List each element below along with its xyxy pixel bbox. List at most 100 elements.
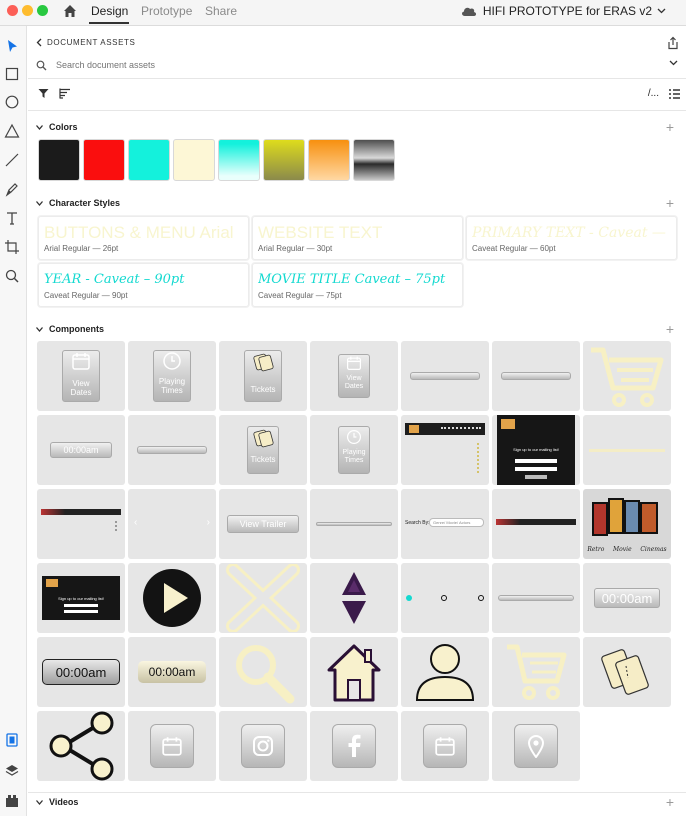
assets-icon[interactable] [4, 732, 20, 748]
minimize-window-button[interactable] [22, 5, 33, 16]
search-bar[interactable] [36, 57, 680, 73]
component-view-dates-small[interactable]: View Dates [310, 341, 398, 411]
user-icon [415, 644, 475, 701]
component-logo[interactable]: Retro Movie Cinemas [583, 489, 671, 559]
sort-icon[interactable] [59, 88, 71, 99]
component-site-header[interactable] [401, 415, 489, 485]
active-tab-indicator [89, 22, 129, 24]
text-tool-icon[interactable] [4, 210, 20, 226]
component-view-dates[interactable]: View Dates [37, 341, 125, 411]
tab-prototype[interactable]: Prototype [141, 4, 192, 18]
component-playing-times[interactable]: Playing Times [128, 341, 216, 411]
add-color-button[interactable]: + [666, 120, 674, 134]
color-swatch[interactable] [38, 139, 80, 181]
component-home[interactable] [310, 637, 398, 707]
select-tool-icon[interactable] [4, 38, 20, 54]
color-swatch[interactable] [173, 139, 215, 181]
breadcrumb[interactable]: DOCUMENT ASSETS [36, 38, 135, 47]
layers-icon[interactable] [4, 763, 20, 779]
chevron-down-icon [36, 200, 43, 206]
section-header-videos[interactable]: Videos [36, 797, 78, 807]
line-tool-icon[interactable] [4, 152, 20, 168]
color-swatch[interactable] [83, 139, 125, 181]
component-nav-bar[interactable] [492, 489, 580, 559]
component-divider-line[interactable] [583, 415, 671, 485]
chevron-left-icon[interactable] [36, 38, 42, 47]
component-button-bar[interactable] [492, 341, 580, 411]
section-header-character-styles[interactable]: Character Styles [36, 198, 120, 208]
component-mailing-list[interactable]: Sign up to our mailing list! [492, 415, 580, 485]
zoom-tool-icon[interactable] [4, 268, 20, 284]
component-button-bar[interactable] [401, 341, 489, 411]
chevron-left-icon: ‹ [134, 517, 138, 528]
component-instagram-button[interactable] [219, 711, 307, 781]
ellipse-tool-icon[interactable] [4, 94, 20, 110]
add-character-style-button[interactable]: + [666, 196, 674, 210]
component-tickets-alt[interactable]: Tickets [219, 415, 307, 485]
component-thin-bar[interactable] [492, 563, 580, 633]
home-icon[interactable] [62, 3, 78, 19]
rectangle-tool-icon[interactable] [4, 66, 20, 82]
list-view-icon[interactable] [669, 88, 680, 99]
component-user[interactable] [401, 637, 489, 707]
document-title[interactable]: HIFI PROTOTYPE for ERAS v2 [460, 4, 666, 18]
grid-view-toggle[interactable]: /... [648, 88, 659, 99]
search-input[interactable] [56, 60, 616, 70]
component-share[interactable] [37, 711, 125, 781]
component-facebook-button[interactable] [310, 711, 398, 781]
zoom-window-button[interactable] [37, 5, 48, 16]
ticket-icon [601, 649, 649, 695]
plugins-icon[interactable] [4, 793, 20, 809]
color-swatch[interactable] [308, 139, 350, 181]
component-calendar-button[interactable] [401, 711, 489, 781]
character-style-card[interactable]: WEBSITE TEXT Arial Regular — 30pt [252, 216, 463, 260]
character-style-card[interactable]: BUTTONS & MENU Arial Arial Regular — 26p… [38, 216, 249, 260]
component-time-pill-large[interactable]: 00:00am [583, 563, 671, 633]
component-time-chip[interactable]: 00:00am [128, 637, 216, 707]
color-swatch[interactable] [128, 139, 170, 181]
character-style-card[interactable]: PRIMARY TEXT - Caveat — 60pt Caveat Regu… [466, 216, 677, 260]
component-close[interactable] [219, 563, 307, 633]
component-cart[interactable] [492, 637, 580, 707]
section-header-components[interactable]: Components [36, 324, 104, 334]
component-pagination-dots[interactable] [401, 563, 489, 633]
component-play-button[interactable] [128, 563, 216, 633]
add-video-button[interactable]: + [666, 795, 674, 809]
component-button-bar[interactable] [128, 415, 216, 485]
divider [28, 78, 686, 79]
artboard-tool-icon[interactable] [4, 239, 20, 255]
close-window-button[interactable] [7, 5, 18, 16]
caption-line: Times [161, 386, 183, 395]
add-component-button[interactable]: + [666, 322, 674, 336]
component-time-button[interactable]: 00:00am [37, 637, 125, 707]
close-icon [226, 564, 300, 632]
color-swatch[interactable] [353, 139, 395, 181]
component-tickets-icon[interactable] [583, 637, 671, 707]
component-view-trailer[interactable]: View Trailer [219, 489, 307, 559]
component-carousel[interactable]: ‹ › [128, 489, 216, 559]
component-up-down-arrows[interactable] [310, 563, 398, 633]
character-style-card[interactable]: MOVIE TITLE Caveat – 75pt Caveat Regular… [252, 263, 463, 307]
component-tickets[interactable]: Tickets [219, 341, 307, 411]
section-header-colors[interactable]: Colors [36, 122, 78, 132]
component-search[interactable] [219, 637, 307, 707]
component-search-by[interactable]: Search By: Genre/ Movie/ Actors [401, 489, 489, 559]
color-swatch[interactable] [218, 139, 260, 181]
filter-icon[interactable] [38, 88, 49, 99]
component-playing-times-small[interactable]: Playing Times [310, 415, 398, 485]
export-icon[interactable] [666, 36, 680, 50]
chevron-down-icon[interactable] [669, 60, 678, 66]
component-time-pill[interactable]: 00:00am [37, 415, 125, 485]
tab-share[interactable]: Share [205, 4, 237, 18]
tab-design[interactable]: Design [91, 4, 128, 18]
color-swatch[interactable] [263, 139, 305, 181]
component-mailing-banner[interactable]: Sign up to our mailing list! [37, 563, 125, 633]
pen-tool-icon[interactable] [4, 181, 20, 197]
component-social-button[interactable] [128, 711, 216, 781]
character-style-card[interactable]: YEAR - Caveat – 90pt Caveat Regular — 90… [38, 263, 249, 307]
component-cart-large[interactable] [583, 341, 671, 411]
triangle-tool-icon[interactable] [4, 123, 20, 139]
component-location-button[interactable] [492, 711, 580, 781]
component-nav-bar[interactable] [37, 489, 125, 559]
component-thin-bar[interactable] [310, 489, 398, 559]
